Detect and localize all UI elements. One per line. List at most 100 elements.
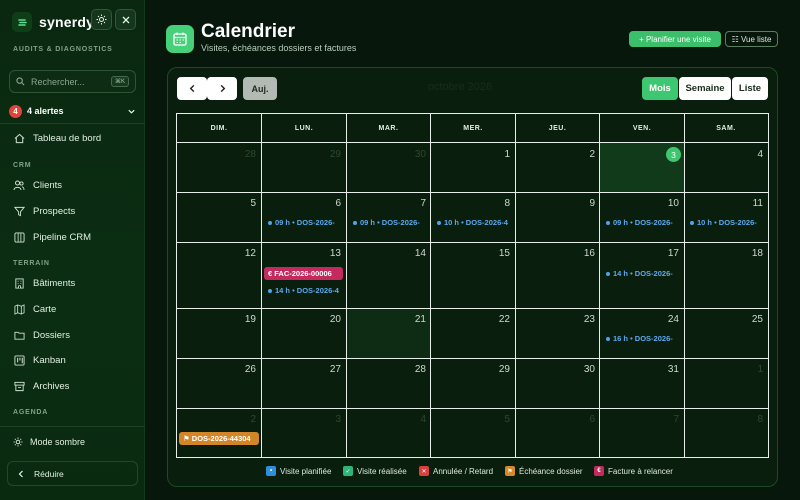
day-cell[interactable]: 29 <box>431 358 515 408</box>
today-button[interactable]: Auj. <box>243 77 277 100</box>
day-cell[interactable]: 6 <box>515 408 600 457</box>
day-cell[interactable]: 3 <box>600 143 684 192</box>
sidebar-item-label: Pipeline CRM <box>33 231 92 243</box>
legend-swatch-icon: ⚑ <box>505 466 515 476</box>
theme-toggle-button[interactable] <box>91 9 112 30</box>
day-cell[interactable]: 20 <box>262 308 346 358</box>
day-cell[interactable]: 5 <box>431 408 515 457</box>
sidebar-item-pipeline[interactable]: Pipeline CRM <box>13 229 138 245</box>
brand[interactable]: synerdys <box>12 10 102 34</box>
event-visit[interactable]: 10 h • DOS-2026- <box>690 218 768 227</box>
view-list-button[interactable]: Liste <box>732 77 768 100</box>
day-cell[interactable]: 14 <box>346 242 431 308</box>
day-cell[interactable]: 10 <box>600 192 684 242</box>
event-due-date[interactable]: ⚑ DOS-2026-44304 <box>179 432 259 445</box>
view-week-button[interactable]: Semaine <box>679 77 731 100</box>
dark-mode-toggle[interactable]: Mode sombre <box>13 437 85 447</box>
view-month-button[interactable]: Mois <box>642 77 678 100</box>
alerts-label: 4 alertes <box>27 106 64 116</box>
day-cell[interactable]: 8 <box>684 408 768 457</box>
day-cell[interactable]: 24 <box>600 308 684 358</box>
next-month-button[interactable] <box>207 77 237 100</box>
day-number: 4 <box>757 149 763 160</box>
day-cell[interactable]: 11 <box>684 192 768 242</box>
day-cell[interactable]: 18 <box>684 242 768 308</box>
legend-item: ⚑ Échéance dossier <box>505 466 583 476</box>
day-cell[interactable]: 25 <box>684 308 768 358</box>
alerts-toggle[interactable]: 4 4 alertes <box>9 104 136 118</box>
day-cell[interactable]: 3 <box>262 408 346 457</box>
event-visit[interactable]: 09 h • DOS-2026- <box>606 218 684 227</box>
event-visit[interactable]: 14 h • DOS-2026- <box>606 269 684 278</box>
day-cell[interactable]: 8 <box>431 192 515 242</box>
pipeline-icon <box>13 231 25 243</box>
sidebar-item-dashboard[interactable]: Tableau de bord <box>13 130 138 146</box>
weekday-header: JEU. <box>548 125 567 132</box>
day-cell[interactable]: 23 <box>515 308 600 358</box>
day-number: 8 <box>757 414 763 425</box>
section-agenda-label: AGENDA <box>13 409 49 416</box>
event-invoice[interactable]: € FAC-2026-00006 <box>264 267 343 280</box>
day-cell[interactable]: 19 <box>177 308 261 358</box>
list-view-button[interactable]: ☷ Vue liste <box>725 31 778 47</box>
sidebar-item-clients[interactable]: Clients <box>13 177 138 193</box>
day-cell[interactable]: 28 <box>346 358 431 408</box>
day-cell[interactable]: 26 <box>177 358 261 408</box>
weekday-header: SAM. <box>716 125 736 132</box>
day-cell[interactable]: 22 <box>431 308 515 358</box>
day-cell[interactable]: 12 <box>177 242 261 308</box>
day-cell[interactable]: 7 <box>346 192 431 242</box>
legend-label: Visite réalisée <box>357 466 407 476</box>
day-cell[interactable]: 4 <box>346 408 431 457</box>
sidebar-item-label: Bâtiments <box>33 277 76 289</box>
event-visit[interactable]: 10 h • DOS-2026-4 <box>437 218 515 227</box>
prev-month-button[interactable] <box>177 77 207 100</box>
day-cell[interactable]: 29 <box>262 143 346 192</box>
event-visit[interactable]: 09 h • DOS-2026- <box>353 218 431 227</box>
sidebar-item-label: Carte <box>33 303 57 315</box>
reduce-sidebar-button[interactable]: Réduire <box>7 461 138 486</box>
day-cell[interactable]: 15 <box>431 242 515 308</box>
day-cell[interactable]: 21 <box>346 308 431 358</box>
day-cell[interactable]: 30 <box>346 143 431 192</box>
day-number: 2 <box>250 414 256 425</box>
grid-line <box>177 308 768 309</box>
sidebar-item-carte[interactable]: Carte <box>13 301 138 317</box>
event-visit[interactable]: 14 h • DOS-2026-4 <box>268 286 346 295</box>
sidebar-item-dossiers[interactable]: Dossiers <box>13 327 138 343</box>
day-cell[interactable]: 1 <box>684 358 768 408</box>
sidebar-item-archives[interactable]: Archives <box>13 378 138 394</box>
sidebar-item-prospects[interactable]: Prospects <box>13 203 138 219</box>
close-sidebar-button[interactable] <box>115 9 136 30</box>
day-cell[interactable]: 9 <box>515 192 600 242</box>
day-cell[interactable]: 5 <box>177 192 261 242</box>
day-number: 17 <box>667 248 679 259</box>
event-visit[interactable]: 09 h • DOS-2026- <box>268 218 346 227</box>
day-cell[interactable]: 4 <box>684 143 768 192</box>
event-visit[interactable]: 16 h • DOS-2026- <box>606 334 684 343</box>
month-title: octobre 2026 <box>427 81 493 93</box>
day-number: 30 <box>583 364 595 375</box>
weekday-header: LUN. <box>294 125 314 132</box>
day-number: 2 <box>589 149 595 160</box>
day-cell[interactable]: 30 <box>515 358 600 408</box>
sidebar-item-label: Tableau de bord <box>33 132 102 144</box>
sidebar-item-kanban[interactable]: Kanban <box>13 352 138 368</box>
day-cell[interactable]: 2 <box>515 143 600 192</box>
weekday-header-row: DIM. LUN. MAR. MER. JEU. VEN. SAM. <box>177 114 768 143</box>
sidebar-item-batiments[interactable]: Bâtiments <box>13 275 138 291</box>
day-number: 11 <box>752 198 763 209</box>
calendar-icon <box>166 25 194 53</box>
legend-label: Échéance dossier <box>519 466 583 476</box>
day-cell[interactable]: 28 <box>177 143 261 192</box>
day-cell[interactable]: 6 <box>262 192 346 242</box>
search-input[interactable]: Rechercher... ⌘K <box>9 70 136 93</box>
day-number: 7 <box>420 198 426 209</box>
day-cell[interactable]: 16 <box>515 242 600 308</box>
day-cell[interactable]: 7 <box>600 408 684 457</box>
day-cell[interactable]: 27 <box>262 358 346 408</box>
day-cell[interactable]: 31 <box>600 358 684 408</box>
plan-visit-button[interactable]: + Planifier une visite <box>629 31 721 47</box>
day-cell[interactable]: 1 <box>431 143 515 192</box>
search-icon <box>16 77 25 86</box>
